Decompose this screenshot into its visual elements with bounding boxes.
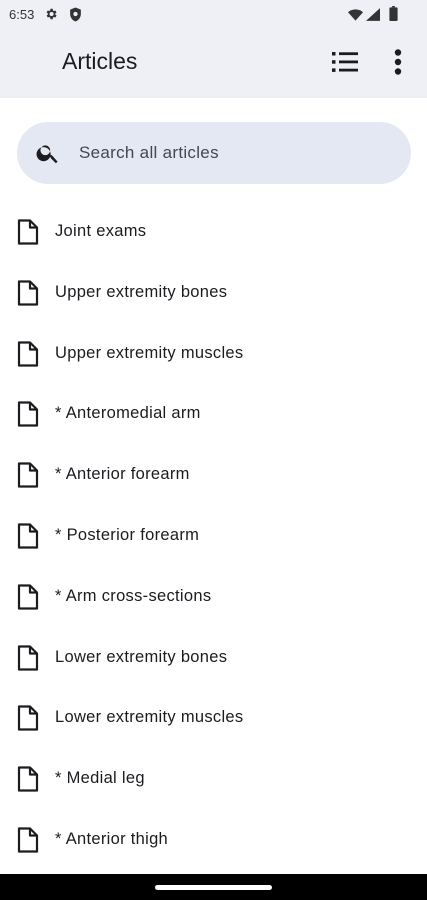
app-bar: Articles <box>0 30 427 98</box>
search-bar[interactable] <box>17 122 411 184</box>
more-vert-icon <box>394 48 402 80</box>
document-icon <box>17 766 39 797</box>
document-icon <box>17 827 39 858</box>
battery-icon <box>389 6 398 26</box>
list-view-icon <box>332 51 358 78</box>
more-options-button[interactable] <box>378 44 418 84</box>
shield-icon <box>69 7 82 27</box>
signal-icon <box>366 8 380 26</box>
document-icon <box>17 340 39 372</box>
search-input[interactable] <box>79 122 399 184</box>
list-item[interactable]: * Medial leg <box>0 748 427 809</box>
search-icon <box>35 140 61 171</box>
list-item-label: * Posterior forearm <box>55 525 200 544</box>
document-icon <box>17 644 39 676</box>
document-icon <box>17 584 39 615</box>
article-list: Joint exams Upper extremity bones Upper ex… <box>0 201 427 870</box>
list-item[interactable]: * Arm cross-sections <box>0 566 427 627</box>
list-item[interactable]: Lower extremity bones <box>0 627 427 688</box>
list-item-label: * Arm cross-sections <box>55 586 212 605</box>
document-icon <box>17 705 39 736</box>
list-item[interactable]: Joint exams <box>0 201 427 262</box>
wifi-icon <box>348 8 363 26</box>
gear-icon <box>44 7 58 26</box>
document-icon <box>17 280 39 311</box>
document-icon <box>17 462 39 493</box>
list-item-label: Joint exams <box>55 222 147 240</box>
list-view-button[interactable] <box>325 44 365 84</box>
status-bar: 6:53 <box>0 0 427 30</box>
document-icon <box>17 523 39 554</box>
list-item[interactable]: * Anteromedial arm <box>0 383 427 444</box>
list-item[interactable]: * Anterior forearm <box>0 444 427 505</box>
list-item-label: Lower extremity muscles <box>55 708 244 727</box>
home-gesture-handle[interactable] <box>155 885 272 890</box>
list-item[interactable]: * Posterior forearm <box>0 505 427 566</box>
document-icon <box>17 401 39 432</box>
list-item-label: Lower extremity bones <box>55 647 228 666</box>
list-item-label: * Medial leg <box>55 769 145 788</box>
list-item[interactable]: * Anterior thigh <box>0 809 427 870</box>
list-item[interactable]: Upper extremity muscles <box>0 323 427 384</box>
list-item-label: * Anterior thigh <box>55 829 169 848</box>
list-item[interactable]: Upper extremity bones <box>0 262 427 323</box>
list-item-label: Upper extremity bones <box>55 282 228 301</box>
list-item-label: * Anteromedial arm <box>55 404 201 423</box>
list-item-label: Upper extremity muscles <box>55 343 244 362</box>
navigation-bar <box>0 874 427 900</box>
status-time: 6:53 <box>9 7 35 22</box>
list-item-label: * Anterior forearm <box>55 465 190 484</box>
page-title: Articles <box>62 48 138 74</box>
list-item[interactable]: Lower extremity muscles <box>0 687 427 748</box>
document-icon <box>17 219 39 250</box>
